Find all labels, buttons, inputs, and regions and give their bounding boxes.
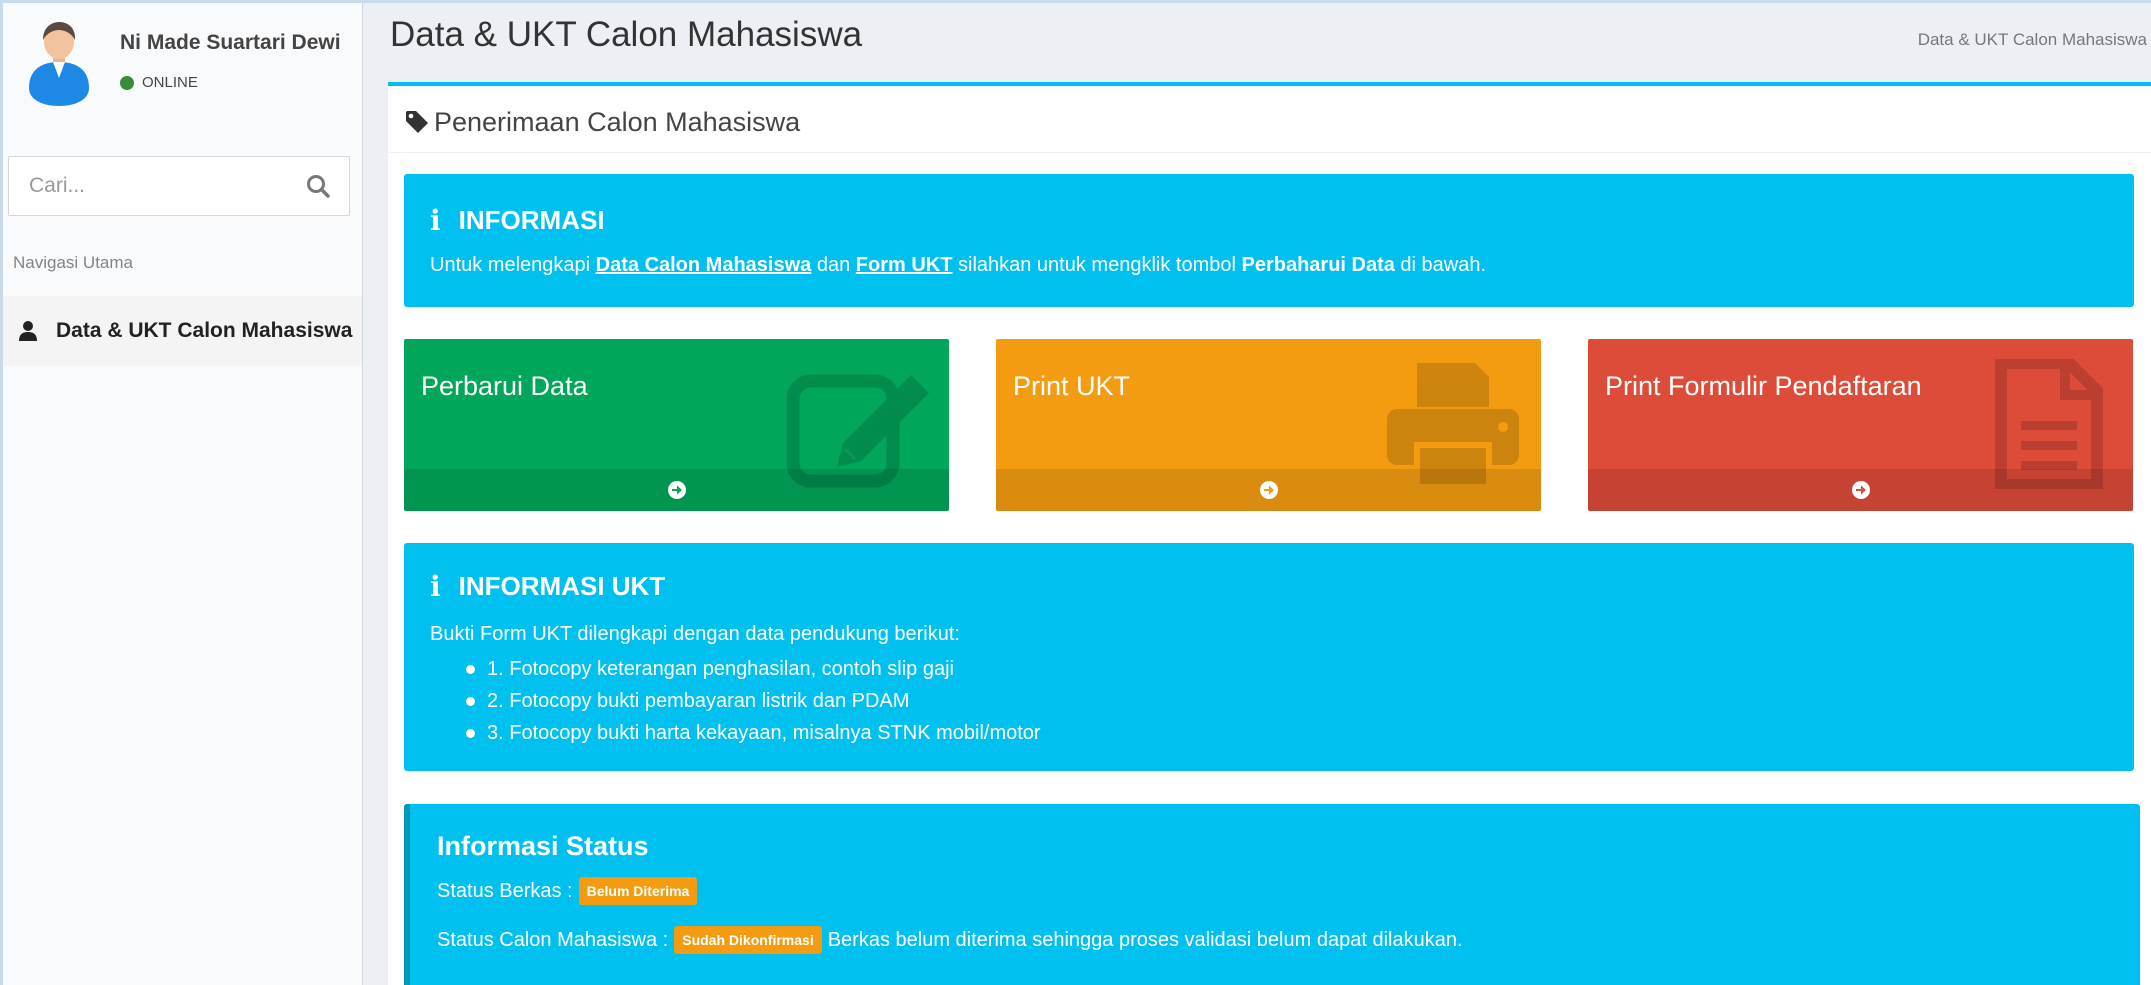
avatar (29, 22, 89, 106)
status-berkas-line: Status Berkas : Belum Diterima (437, 877, 703, 905)
status-mahasiswa-note: Berkas belum diterima sehingga proses va… (827, 928, 1463, 951)
tile-footer[interactable] (1588, 469, 2133, 511)
arrow-circle-right-icon (667, 481, 686, 499)
info-callout: i INFORMASI Untuk melengkapi Data Calon … (404, 174, 2134, 307)
box-title: Penerimaan Calon Mahasiswa (434, 107, 801, 137)
user-icon (19, 321, 37, 341)
info-title: i INFORMASI (430, 204, 605, 237)
form-ukt-link[interactable]: Form UKT (856, 254, 953, 276)
status-badge: Sudah Dikonfirmasi (674, 926, 822, 954)
list-item: 1. Fotocopy keterangan penghasilan, cont… (466, 653, 1041, 685)
tag-icon (406, 111, 428, 133)
info-text-4: di bawah. (1394, 254, 1487, 276)
user-panel: Ni Made Suartari Dewi ONLINE (3, 3, 362, 123)
status-callout: Informasi Status Status Berkas : Belum D… (404, 804, 2140, 985)
status-berkas-label: Status Berkas : (437, 879, 573, 902)
user-name: Ni Made Suartari Dewi (120, 31, 341, 54)
info-title-label: INFORMASI (458, 205, 605, 235)
list-item: 3. Fotocopy bukti harta kekayaan, misaln… (466, 717, 1041, 749)
sidebar: Ni Made Suartari Dewi ONLINE Navigasi Ut… (3, 3, 363, 985)
status-mahasiswa-label: Status Calon Mahasiswa : (437, 928, 669, 951)
page-title: Data & UKT Calon Mahasiswa (390, 15, 863, 54)
user-status: ONLINE (120, 74, 198, 91)
info-bold-perbaharui: Perbaharui Data (1241, 254, 1395, 276)
tile-label: Perbarui Data (421, 371, 588, 401)
app-frame: Ni Made Suartari Dewi ONLINE Navigasi Ut… (3, 3, 2151, 985)
info-text-1: Untuk melengkapi (430, 254, 596, 276)
status-mahasiswa-line: Status Calon Mahasiswa : Sudah Dikonfirm… (437, 926, 1463, 954)
ukt-list: 1. Fotocopy keterangan penghasilan, cont… (466, 653, 1041, 749)
tile-label: Print UKT (1013, 371, 1131, 401)
sidebar-item-label: Data & UKT Calon Mahasiswa (56, 319, 353, 342)
main-content: Data & UKT Calon Mahasiswa Data & UKT Ca… (363, 3, 2151, 985)
tile-label: Print Formulir Pendaftaran (1605, 371, 1922, 401)
status-title: Informasi Status (437, 831, 649, 861)
tile-footer[interactable] (404, 469, 949, 511)
info-icon: i (430, 570, 441, 603)
info-text-3: silahkan untuk mengklik tombol (952, 254, 1242, 276)
sidebar-item-data-ukt[interactable]: Data & UKT Calon Mahasiswa (3, 296, 362, 366)
arrow-circle-right-icon (1259, 481, 1278, 499)
info-text: Untuk melengkapi Data Calon Mahasiswa da… (430, 254, 1486, 277)
print-ukt-tile[interactable]: Print UKT (996, 339, 1541, 511)
sidebar-search (8, 156, 350, 216)
box-header: Penerimaan Calon Mahasiswa (388, 86, 2151, 153)
online-dot-icon (120, 75, 134, 90)
user-status-label: ONLINE (142, 74, 198, 91)
ukt-intro: Bukti Form UKT dilengkapi dengan data pe… (430, 623, 960, 645)
tile-footer[interactable] (996, 469, 1541, 511)
print-formulir-tile[interactable]: Print Formulir Pendaftaran (1588, 339, 2133, 511)
list-item: 2. Fotocopy bukti pembayaran listrik dan… (466, 685, 1041, 717)
content-box: Penerimaan Calon Mahasiswa i INFORMASI U… (388, 82, 2151, 985)
status-badge: Belum Diterima (578, 877, 698, 905)
search-icon[interactable] (305, 173, 331, 199)
info-text-2: dan (811, 254, 856, 276)
nav-header: Navigasi Utama (13, 253, 133, 272)
breadcrumb[interactable]: Data & UKT Calon Mahasiswa (1918, 30, 2147, 50)
ukt-title-label: INFORMASI UKT (458, 571, 666, 601)
perbarui-data-tile[interactable]: Perbarui Data (404, 339, 949, 511)
info-icon: i (430, 204, 441, 237)
ukt-title: i INFORMASI UKT (430, 570, 665, 603)
info-ukt-callout: i INFORMASI UKT Bukti Form UKT dilengkap… (404, 543, 2134, 771)
data-calon-mahasiswa-link[interactable]: Data Calon Mahasiswa (596, 254, 812, 276)
search-input[interactable] (27, 157, 301, 215)
arrow-circle-right-icon (1851, 481, 1870, 499)
